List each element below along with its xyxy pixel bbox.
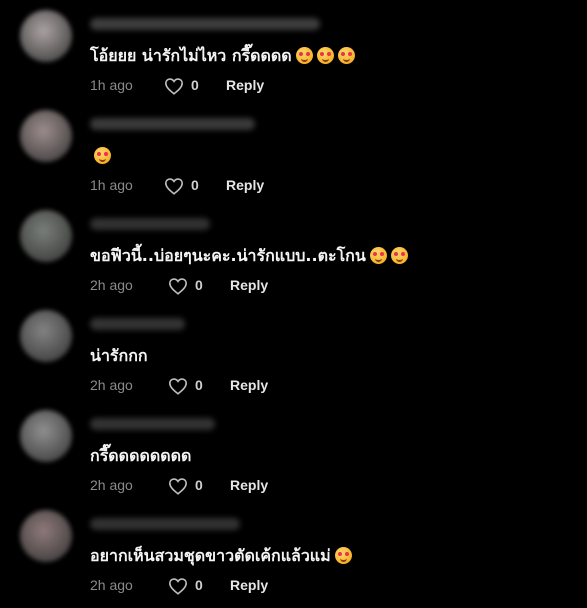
heart-icon [168,278,188,295]
username-blurred[interactable] [90,118,255,130]
username-blurred[interactable] [90,418,215,430]
comment-text: ขอฟีวนี้..บ่อยๆนะคะ.น่ารักแบบ..ตะโกน [90,244,408,268]
timestamp: 2h ago [90,577,133,593]
reply-button[interactable]: Reply [230,377,268,393]
heart-icon [168,578,188,595]
emoji-group [90,146,111,165]
heart-icon [164,78,184,95]
timestamp: 1h ago [90,77,133,93]
avatar[interactable] [20,510,72,562]
avatar[interactable] [20,110,72,162]
comment-meta: 2h ago 0 Reply [90,376,390,396]
reply-button[interactable]: Reply [230,577,268,593]
comment-item: น่ารักกก 2h ago 0 Reply [0,300,587,400]
like-count: 0 [195,277,203,293]
comment-item: 1h ago 0 Reply [0,100,587,200]
comment-meta: 2h ago 0 Reply [90,476,390,496]
comment-meta: 2h ago 0 Reply [90,576,390,596]
avatar[interactable] [20,10,72,62]
like-count: 0 [195,377,203,393]
heart-icon [168,378,188,395]
timestamp: 2h ago [90,477,133,493]
like-count: 0 [195,477,203,493]
like-count: 0 [195,577,203,593]
smiling-face-with-hearts-icon [337,47,355,64]
heart-eyes-icon [390,247,408,264]
emoji-group [331,546,352,565]
comment-meta: 1h ago 0 Reply [90,76,390,96]
username-blurred[interactable] [90,318,185,330]
comment-text: น่ารักกก [90,346,148,365]
timestamp: 2h ago [90,377,133,393]
comment-item: อยากเห็นสวมชุดขาวตัดเค้กแล้วแม่ 2h ago 0… [0,500,587,600]
like-button[interactable]: 0 [168,476,208,496]
comment-text: โอ้ยยย น่ารักไม่ไหว กรี๊ดดดด [90,44,355,68]
comment-item: โอ้ยยย น่ารักไม่ไหว กรี๊ดดดด 1h ago 0 Re… [0,0,587,100]
like-button[interactable]: 0 [164,176,204,196]
timestamp: 2h ago [90,277,133,293]
reply-button[interactable]: Reply [230,477,268,493]
like-button[interactable]: 0 [168,376,208,396]
heart-eyes-icon [369,247,387,264]
like-count: 0 [191,77,199,93]
comment-meta: 2h ago 0 Reply [90,276,390,296]
avatar[interactable] [20,410,72,462]
heart-icon [168,478,188,495]
username-blurred[interactable] [90,218,210,230]
username-blurred[interactable] [90,18,320,30]
comment-item: ขอฟีวนี้..บ่อยๆนะคะ.น่ารักแบบ..ตะโกน 2h … [0,200,587,300]
avatar[interactable] [20,210,72,262]
comment-text [90,144,111,168]
timestamp: 1h ago [90,177,133,193]
reply-button[interactable]: Reply [226,77,264,93]
reply-button[interactable]: Reply [230,277,268,293]
smiling-face-with-hearts-icon [94,147,111,164]
heart-icon [164,178,184,195]
emoji-group [292,46,355,65]
like-count: 0 [191,177,199,193]
like-button[interactable]: 0 [168,276,208,296]
smiling-face-with-hearts-icon [334,547,352,564]
like-button[interactable]: 0 [168,576,208,596]
emoji-group [366,246,408,265]
username-blurred[interactable] [90,518,240,530]
reply-button[interactable]: Reply [226,177,264,193]
smiling-face-with-hearts-icon [295,47,313,64]
comment-text: กรี๊ดดดดดดดด [90,446,192,465]
comment-meta: 1h ago 0 Reply [90,176,390,196]
comment-text: อยากเห็นสวมชุดขาวตัดเค้กแล้วแม่ [90,544,352,568]
comment-item: กรี๊ดดดดดดดด 2h ago 0 Reply [0,400,587,500]
avatar[interactable] [20,310,72,362]
like-button[interactable]: 0 [164,76,204,96]
smiling-face-with-hearts-icon [316,47,334,64]
